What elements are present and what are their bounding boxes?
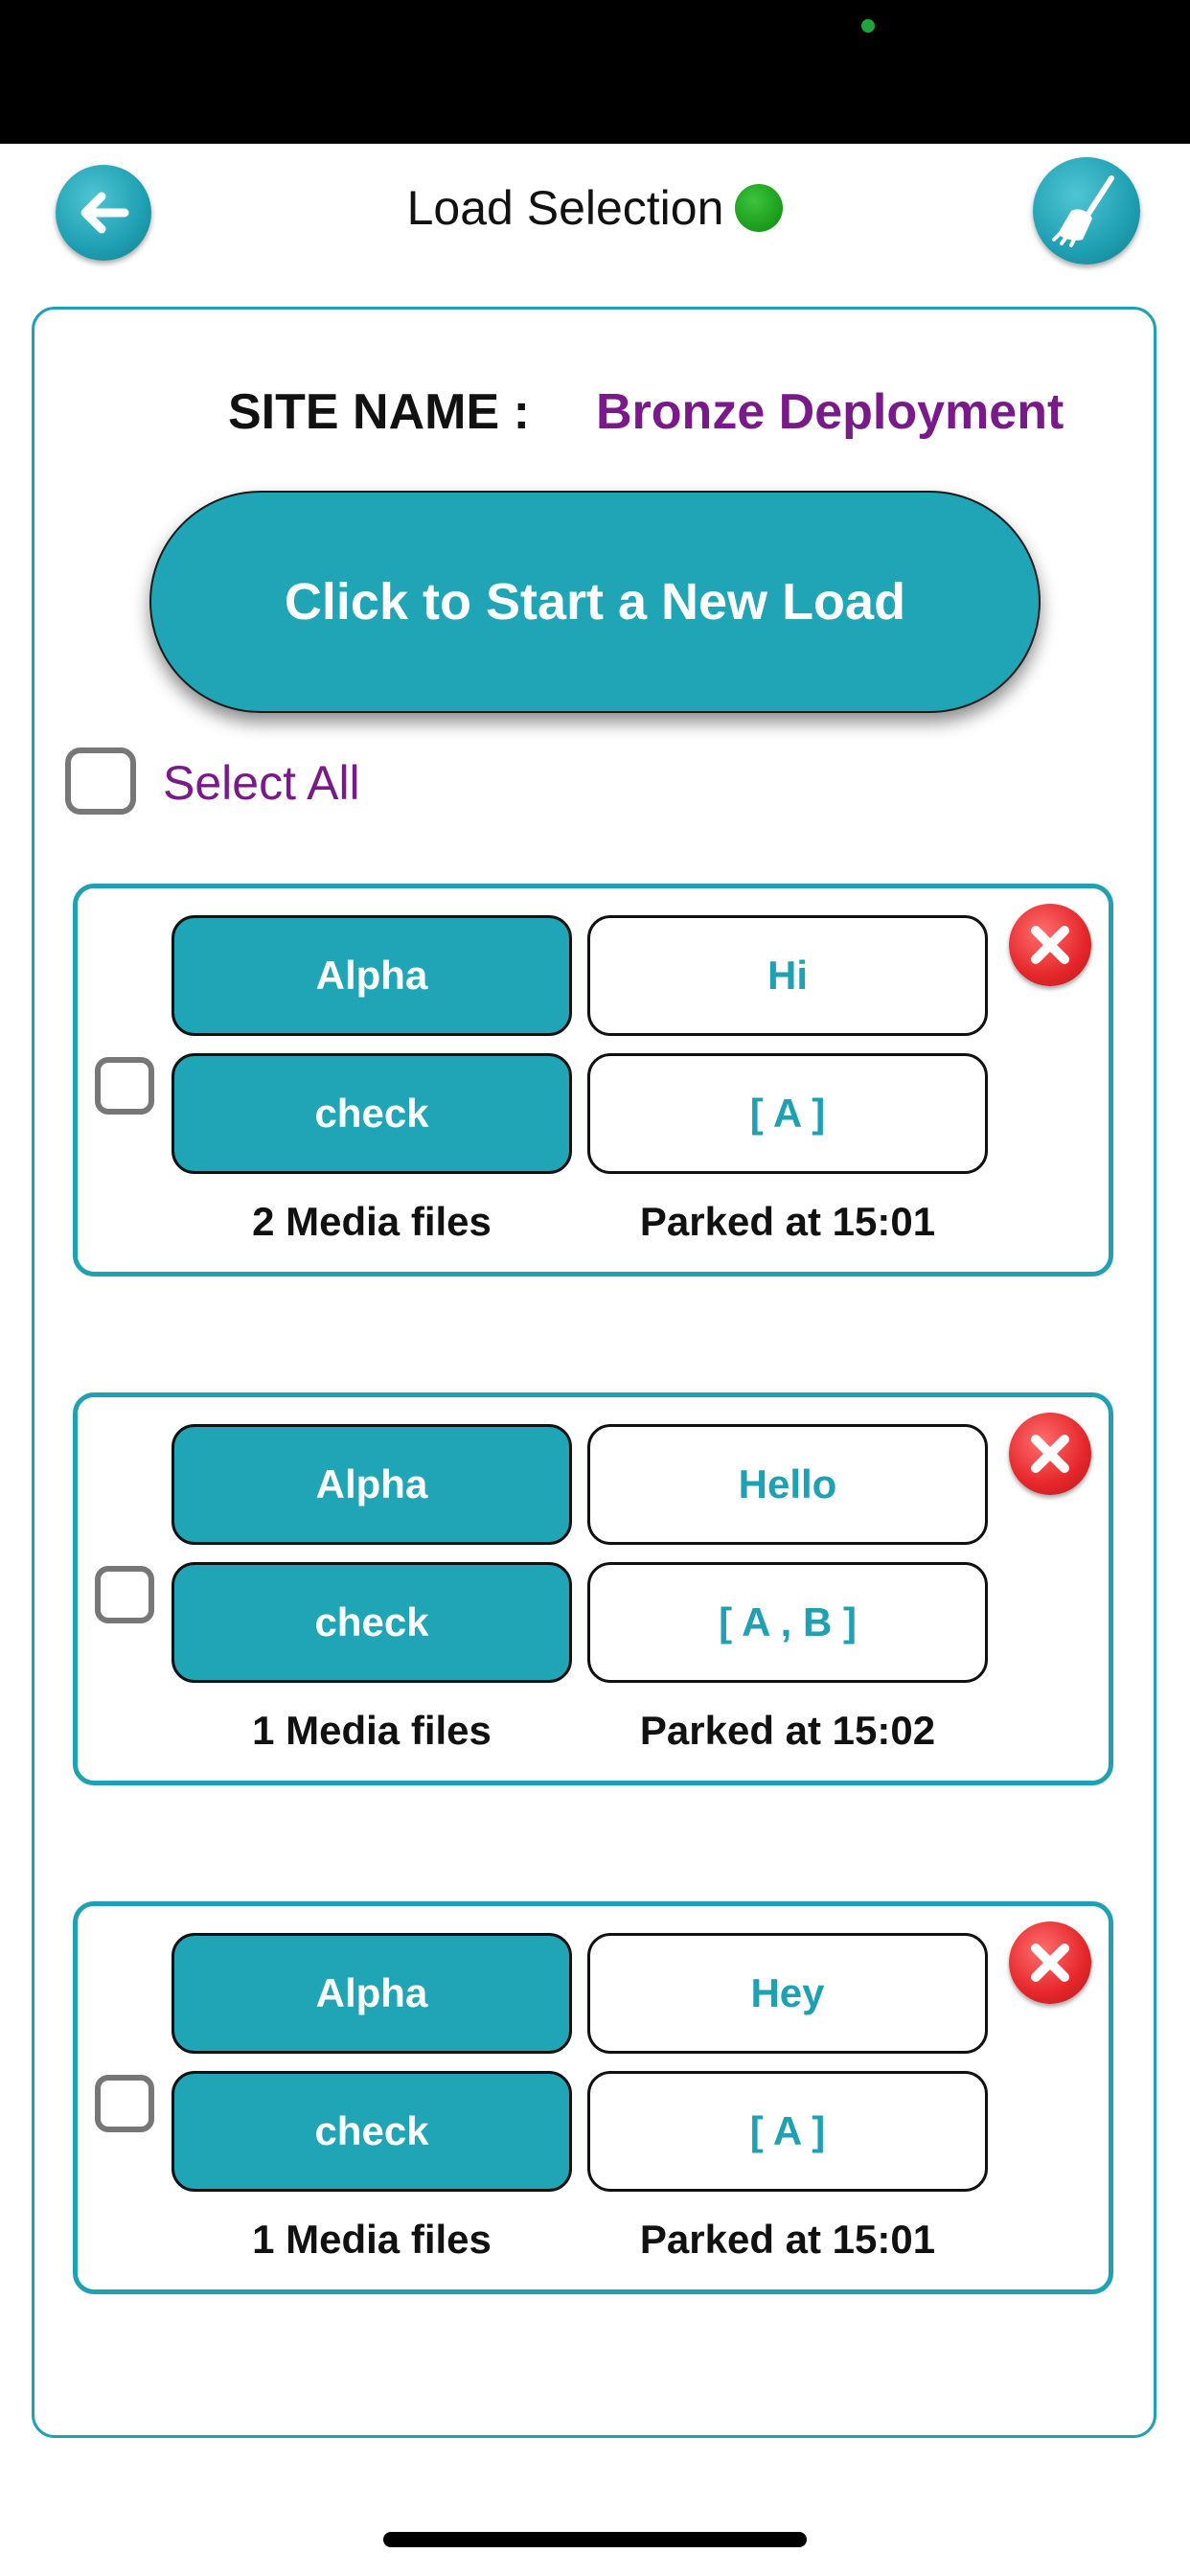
load-checkbox[interactable] [95,1057,154,1115]
load-checkbox[interactable] [95,1566,154,1623]
load-greeting-button[interactable]: Hey [587,1933,988,2054]
status-bar [0,0,1190,144]
load-name-button[interactable]: Alpha [172,1933,572,2054]
select-all-label[interactable]: Select All [163,755,360,811]
load-check-button[interactable]: check [172,1562,572,1683]
page-title-text: Load Selection [406,181,724,235]
media-count: 1 Media files [252,1708,492,1753]
load-name-button[interactable]: Alpha [172,1424,572,1545]
parked-time: Parked at 15:01 [639,2217,936,2262]
site-name-row: SITE NAME : Bronze Deployment [0,383,1190,450]
close-icon [1031,1435,1069,1473]
site-name-label: SITE NAME : [228,384,530,440]
broom-icon [1052,175,1114,247]
delete-load-button[interactable] [1009,1413,1091,1495]
close-icon [1031,926,1069,964]
parked-time: Parked at 15:01 [639,1199,936,1244]
start-new-load-button[interactable]: Click to Start a New Load [149,491,1041,713]
load-greeting-button[interactable]: Hi [587,915,988,1036]
parked-time: Parked at 15:02 [639,1708,936,1753]
select-all-checkbox[interactable] [65,748,136,815]
load-check-button[interactable]: check [172,1053,572,1174]
home-indicator[interactable] [383,2532,807,2547]
load-tags-button[interactable]: [ A ] [587,1053,988,1174]
load-name-button[interactable]: Alpha [172,915,572,1036]
load-check-button[interactable]: check [172,2071,572,2192]
clear-button[interactable] [1033,157,1140,264]
delete-load-button[interactable] [1009,904,1091,986]
media-count: 2 Media files [252,1199,492,1244]
camera-indicator-dot [861,19,875,33]
load-card: Alpha Hey check [ A ] 1 Media files Park… [73,1901,1113,2294]
load-card: Alpha Hi check [ A ] 2 Media files Parke… [73,884,1113,1276]
load-tags-button[interactable]: [ A , B ] [587,1562,988,1683]
connection-status-dot [735,184,784,232]
page-title: Load Selection [0,180,1190,243]
load-greeting-button[interactable]: Hello [587,1424,988,1545]
load-card: Alpha Hello check [ A , B ] 1 Media file… [73,1392,1113,1785]
close-icon [1031,1944,1069,1982]
load-checkbox[interactable] [95,2075,154,2132]
media-count: 1 Media files [252,2217,492,2262]
site-name-value: Bronze Deployment [596,384,1064,440]
load-tags-button[interactable]: [ A ] [587,2071,988,2192]
delete-load-button[interactable] [1009,1921,1091,2004]
